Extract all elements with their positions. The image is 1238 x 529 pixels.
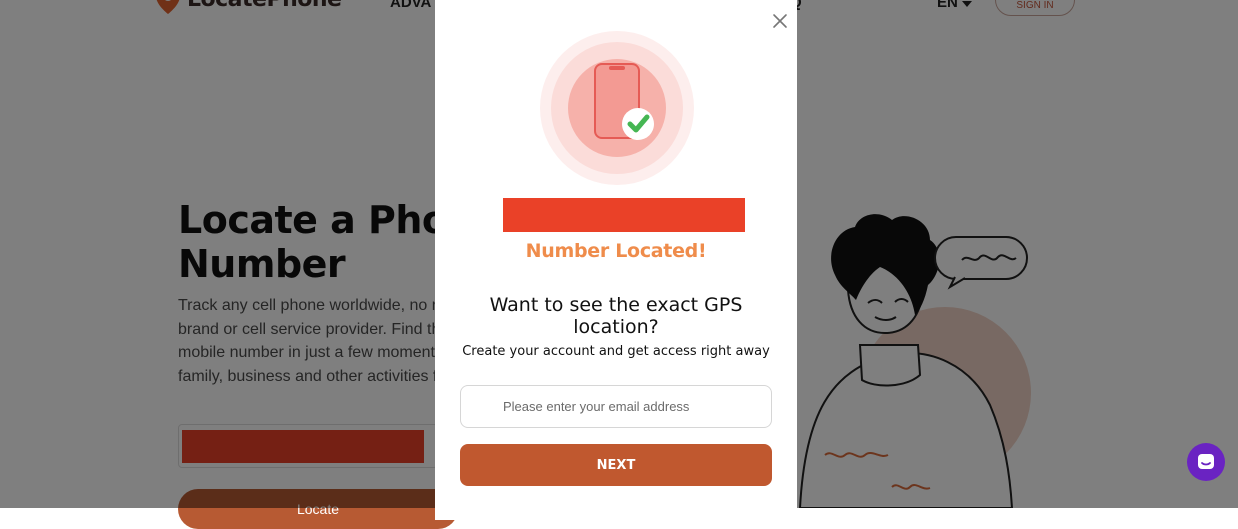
create-account-subtitle: Create your account and get access right… <box>462 344 770 359</box>
chat-launcher-button[interactable] <box>1187 443 1225 481</box>
gps-question: Want to see the exact GPS location? <box>489 294 743 338</box>
email-input[interactable] <box>460 385 772 428</box>
chat-icon <box>1198 454 1214 469</box>
close-icon[interactable] <box>771 12 789 30</box>
redacted-phone-number <box>503 198 745 232</box>
next-button[interactable]: NEXT <box>460 444 772 486</box>
number-located-modal: Number Located! Want to see the exact GP… <box>435 0 797 520</box>
number-located-heading: Number Located! <box>525 240 707 262</box>
phone-located-graphic <box>540 31 694 185</box>
check-circle-icon <box>622 108 654 140</box>
